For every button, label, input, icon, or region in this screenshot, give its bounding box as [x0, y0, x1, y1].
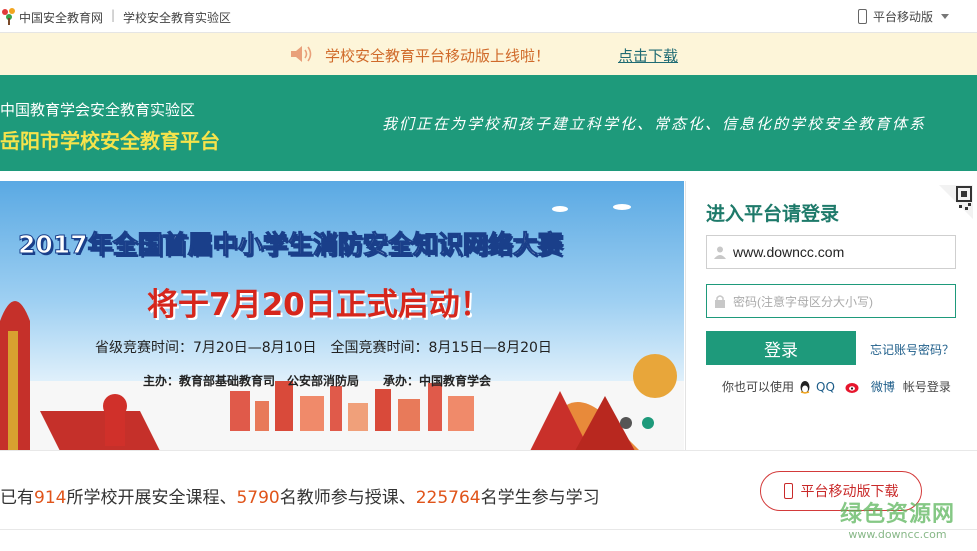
zone-name-link[interactable]: 学校安全教育实验区 — [123, 9, 231, 26]
third-party-login: 你也可以使用 QQ 微博 帐号登录 — [722, 378, 951, 395]
watermark: 绿色资源网 www.downcc.com — [840, 496, 955, 541]
site-name-link[interactable]: 中国安全教育网 — [19, 9, 103, 26]
lock-icon — [707, 285, 733, 317]
user-icon — [707, 236, 733, 268]
banner-organizers: 主办：教育部基础教育司 公安部消防局 承办：中国教育学会 — [143, 374, 492, 388]
phone-icon — [857, 9, 867, 24]
username-input[interactable] — [733, 244, 948, 260]
login-title: 进入平台请登录 — [706, 203, 840, 225]
site-logo-icon — [2, 8, 15, 25]
banner-schedule: 省级竞赛时间：7月20日—8月10日 全国竞赛时间：8月15日—8月20日 — [95, 340, 552, 356]
mobile-phone-icon — [783, 483, 793, 499]
stats-bar: 已有914所学校开展安全课程、5790名教师参与授课、225764名学生参与学习… — [0, 450, 977, 530]
stats-summary: 已有914所学校开展安全课程、5790名教师参与授课、225764名学生参与学习 — [0, 483, 600, 508]
notice-download-link[interactable]: 点击下载 — [618, 45, 678, 66]
speaker-icon — [291, 46, 312, 62]
stats-schools-suffix: 所学校开展安全课程、 — [66, 488, 237, 508]
notice-message: 学校安全教育平台移动版上线啦！ — [325, 47, 551, 65]
alt-login-prefix: 你也可以使用 — [722, 380, 795, 394]
weibo-login-link[interactable]: 微博 — [871, 378, 895, 395]
platform-header: 中国教育学会安全教育实验区 岳阳市学校安全教育平台 我们正在为学校和孩子建立科学… — [0, 75, 977, 171]
carousel-dot-2[interactable] — [642, 417, 654, 429]
notice-bar: 学校安全教育平台移动版上线啦！ 点击下载 — [0, 33, 977, 75]
mobile-version-label: 平台移动版 — [872, 10, 933, 24]
login-panel: 进入平台请登录 登录 忘记账号密码？ 你也可以使用 QQ 微博 帐号登录 — [685, 181, 977, 451]
carousel-dot-1[interactable] — [620, 417, 632, 429]
watermark-title: 绿色资源网 — [839, 502, 955, 527]
qq-penguin-icon[interactable] — [798, 380, 812, 394]
password-input[interactable] — [733, 293, 948, 309]
header-subtitle: 中国教育学会安全教育实验区 — [0, 101, 196, 119]
login-button[interactable]: 登录 — [706, 331, 856, 365]
chevron-down-icon — [941, 14, 949, 19]
forget-password-link[interactable]: 忘记账号密码？ — [870, 341, 954, 358]
header-slogan: 我们正在为学校和孩子建立科学化、常态化、信息化的学校安全教育体系 — [382, 115, 927, 133]
topbar-separator: | — [111, 8, 116, 22]
qr-code-icon[interactable] — [939, 185, 973, 219]
alt-login-suffix: 帐号登录 — [902, 380, 951, 394]
password-field[interactable] — [706, 284, 956, 318]
mobile-version-menu[interactable]: 平台移动版 — [857, 8, 949, 25]
stats-students-count: 225764 — [415, 488, 481, 508]
top-bar: 中国安全教育网 | 学校安全教育实验区 平台移动版 — [0, 0, 977, 33]
header-title: 岳阳市学校安全教育平台 — [0, 129, 220, 153]
stats-teachers-suffix: 名教师参与授课、 — [279, 488, 416, 508]
qq-login-link[interactable]: QQ — [816, 380, 835, 394]
carousel-dots — [620, 417, 654, 429]
weibo-icon[interactable] — [845, 380, 861, 394]
stats-teachers-count: 5790 — [236, 488, 280, 508]
banner-headline: 2017年全国首届中小学生消防安全知识网络大赛 — [18, 230, 564, 260]
stats-prefix: 已有 — [0, 488, 34, 508]
watermark-url: www.downcc.com — [848, 528, 947, 541]
banner-launch-date: 将于7月20日正式启动！ — [147, 287, 491, 323]
banner-carousel[interactable]: 2017年全国首届中小学生消防安全知识网络大赛 将于7月20日正式启动！ 省级竞… — [0, 181, 684, 451]
stats-schools-count: 914 — [34, 488, 67, 508]
username-field[interactable] — [706, 235, 956, 269]
stats-students-suffix: 名学生参与学习 — [480, 488, 600, 508]
